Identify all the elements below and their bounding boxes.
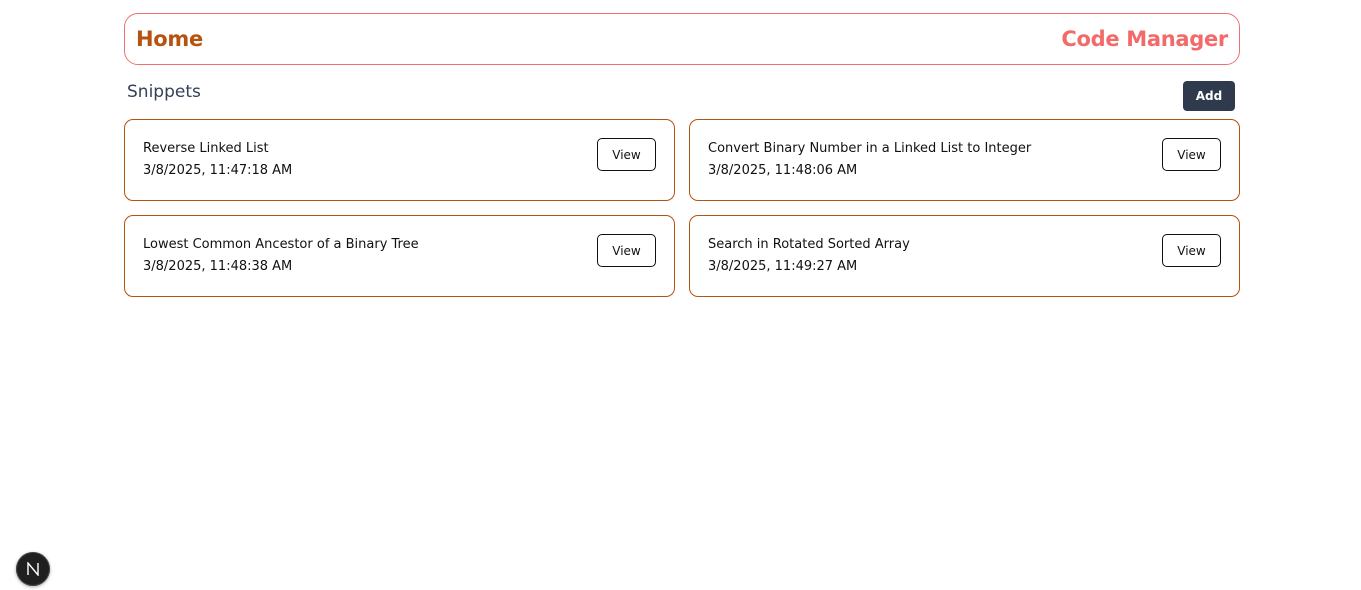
home-link[interactable]: Home xyxy=(136,27,203,51)
snippet-title: Reverse Linked List xyxy=(143,141,269,156)
snippet-card: Convert Binary Number in a Linked List t… xyxy=(689,119,1240,201)
view-snippet-button[interactable]: View xyxy=(597,234,656,267)
nextjs-n-icon xyxy=(27,562,39,576)
snippet-date: 3/8/2025, 11:47:18 AM xyxy=(143,163,293,178)
top-nav-bar: Home Code Manager xyxy=(124,13,1240,65)
snippet-title: Search in Rotated Sorted Array xyxy=(708,237,910,252)
app-title: Code Manager xyxy=(1061,27,1228,51)
snippets-heading: Snippets xyxy=(127,82,201,102)
snippet-date: 3/8/2025, 11:49:27 AM xyxy=(708,259,858,274)
view-snippet-button[interactable]: View xyxy=(597,138,656,171)
add-snippet-button[interactable]: Add xyxy=(1183,81,1235,111)
snippet-card: Reverse Linked List 3/8/2025, 11:47:18 A… xyxy=(124,119,675,201)
snippet-card: Lowest Common Ancestor of a Binary Tree … xyxy=(124,215,675,297)
view-snippet-button[interactable]: View xyxy=(1162,138,1221,171)
snippet-title: Convert Binary Number in a Linked List t… xyxy=(708,141,1032,156)
snippet-date: 3/8/2025, 11:48:06 AM xyxy=(708,163,858,178)
snippet-card: Search in Rotated Sorted Array 3/8/2025,… xyxy=(689,215,1240,297)
view-snippet-button[interactable]: View xyxy=(1162,234,1221,267)
snippet-date: 3/8/2025, 11:48:38 AM xyxy=(143,259,293,274)
snippet-title: Lowest Common Ancestor of a Binary Tree xyxy=(143,237,419,252)
nextjs-dev-tools-button[interactable] xyxy=(16,552,50,586)
